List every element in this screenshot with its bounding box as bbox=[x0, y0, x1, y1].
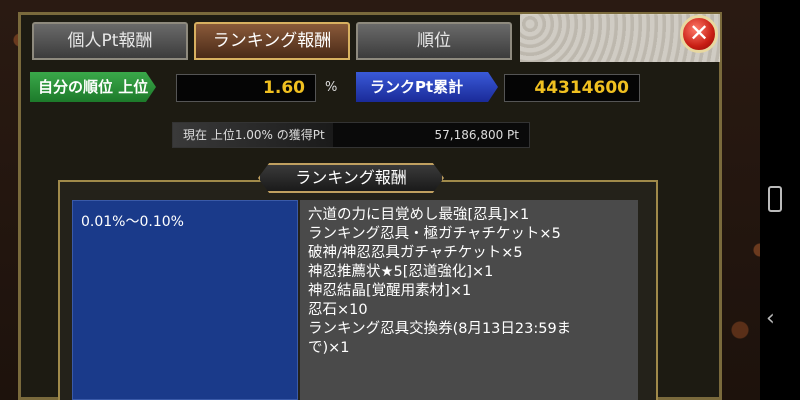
reward-item: ランキング忍具交換券(8月13日23:59ま bbox=[308, 321, 572, 337]
reward-item: 六道の力に目覚めし最強[忍具]×1 bbox=[308, 207, 530, 223]
threshold-value: 57,186,800 Pt bbox=[434, 128, 519, 142]
tab-ranking-reward[interactable]: ランキング報酬 bbox=[194, 22, 350, 60]
reward-tier: 0.01%〜0.10% bbox=[72, 200, 298, 400]
close-button[interactable]: ✕ bbox=[680, 15, 718, 53]
reward-item: 神忍推薦状★5[忍道強化]×1 bbox=[308, 264, 494, 280]
reward-item: で)×1 bbox=[308, 340, 350, 356]
section-title: ランキング報酬 bbox=[258, 163, 444, 193]
rank-pt-total-label: ランクPt累計 bbox=[356, 72, 498, 102]
recent-apps-icon[interactable] bbox=[768, 186, 782, 212]
tab-rank[interactable]: 順位 bbox=[356, 22, 512, 60]
reward-list[interactable]: 六道の力に目覚めし最強[忍具]×1 ランキング忍具・極ガチャチケット×5 破神/… bbox=[300, 200, 638, 400]
my-rank-label: 自分の順位 上位 bbox=[30, 72, 156, 102]
my-rank-value: 1.60 bbox=[176, 74, 316, 102]
threshold-label: 現在 上位1.00% の獲得Pt bbox=[183, 128, 325, 142]
top-threshold-bar: 現在 上位1.00% の獲得Pt 57,186,800 Pt bbox=[172, 122, 530, 148]
tab-personal-pt-reward[interactable]: 個人Pt報酬 bbox=[32, 22, 188, 60]
back-icon[interactable]: ‹ bbox=[766, 306, 775, 331]
reward-item: 忍石×10 bbox=[308, 302, 368, 318]
reward-item: 神忍結晶[覚醒用素材]×1 bbox=[308, 283, 472, 299]
rank-pt-total-value: 44314600 bbox=[504, 74, 640, 102]
reward-item: ランキング忍具・極ガチャチケット×5 bbox=[308, 226, 561, 242]
rank-percent-unit: % bbox=[325, 80, 338, 95]
reward-item: 破神/神忍忍具ガチャチケット×5 bbox=[308, 245, 523, 261]
